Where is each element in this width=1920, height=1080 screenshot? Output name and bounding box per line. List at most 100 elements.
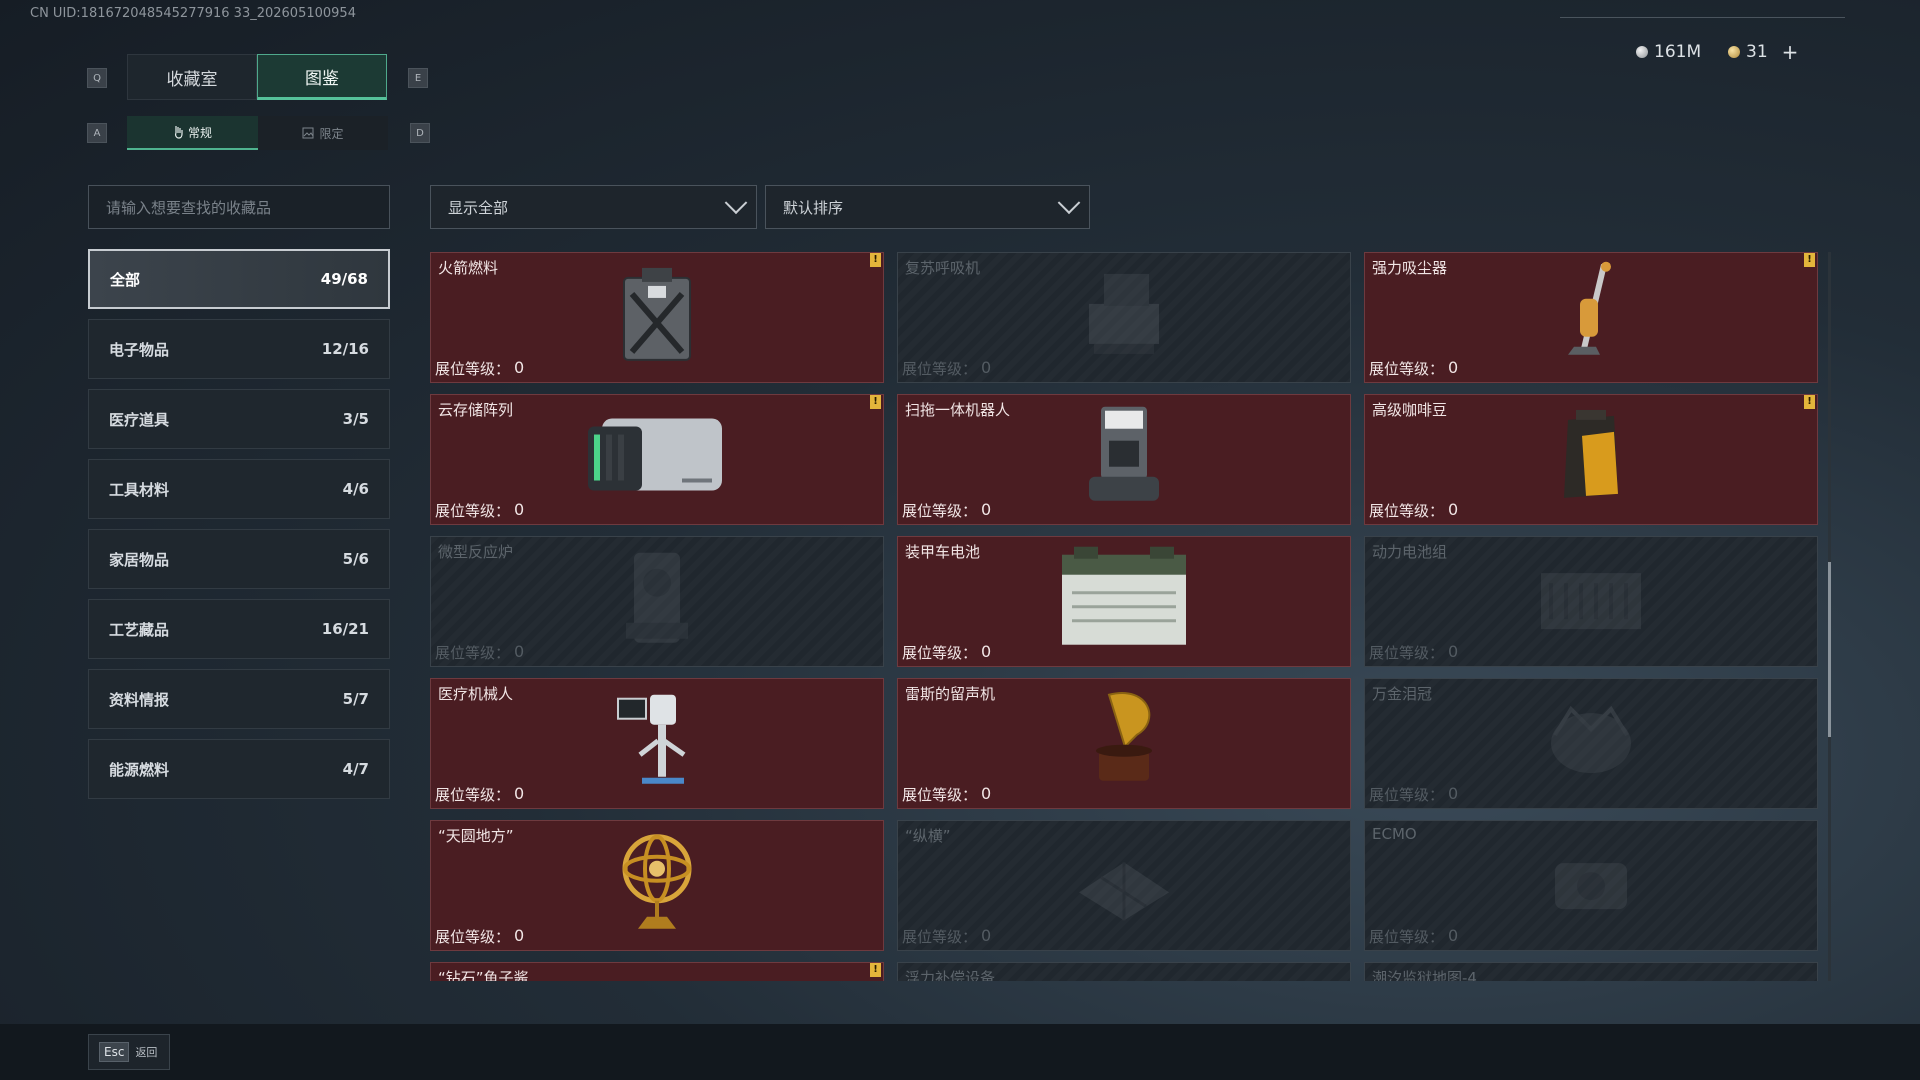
collection-card[interactable]: 雷斯的留声机 展位等级： 0 — [897, 678, 1351, 809]
collection-card[interactable]: 扫拖一体机器人 展位等级： 0 — [897, 394, 1351, 525]
fuel-canister-icon — [612, 263, 702, 367]
subtab-regular-label: 常规 — [187, 125, 212, 140]
sort-dropdown[interactable]: 默认排序 — [765, 185, 1090, 229]
card-level-value: 0 — [514, 642, 525, 661]
card-item-name: 扫拖一体机器人 — [905, 401, 1011, 419]
vacuum-cleaner-icon — [1556, 258, 1626, 372]
bottom-bar — [0, 1024, 1920, 1080]
category-label: 能源燃料 — [109, 760, 170, 779]
category-medical[interactable]: 医疗道具 3/5 — [88, 389, 390, 449]
card-level-label: 展位等级： — [1369, 360, 1445, 378]
gramophone-icon — [1079, 684, 1169, 798]
search-input[interactable]: 请输入想要查找的收藏品 — [88, 185, 390, 229]
category-all[interactable]: 全部 49/68 — [88, 249, 390, 309]
card-level-label: 展位等级： — [1369, 786, 1445, 804]
card-level-label: 展位等级： — [902, 928, 978, 946]
battery-pack-icon — [1531, 553, 1651, 647]
card-level: 展位等级： 0 — [902, 642, 991, 663]
collection-card[interactable]: 火箭燃料 展位等级： 0! — [430, 252, 884, 383]
card-item-name: “钻石”鱼子酱 — [438, 969, 529, 981]
card-level: 展位等级： 0 — [1369, 642, 1458, 663]
collection-card[interactable]: 微型反应炉 展位等级： 0 — [430, 536, 884, 667]
category-count: 4/7 — [342, 760, 369, 778]
collection-card[interactable]: 复苏呼吸机 展位等级： 0 — [897, 252, 1351, 383]
card-level-label: 展位等级： — [435, 928, 511, 946]
category-count: 5/7 — [342, 690, 369, 708]
hand-icon — [175, 126, 183, 139]
card-level: 展位等级： 0 — [1369, 500, 1458, 521]
card-level-value: 0 — [981, 642, 992, 661]
collection-card[interactable]: 动力电池组 展位等级： 0 — [1364, 536, 1818, 667]
key-hint-q: Q — [87, 68, 107, 88]
filter-dropdown[interactable]: 显示全部 — [430, 185, 757, 229]
category-household[interactable]: 家居物品 5/6 — [88, 529, 390, 589]
card-item-name: 火箭燃料 — [438, 259, 499, 277]
card-item-name: 医疗机械人 — [438, 685, 514, 703]
subtab-limited-label: 限定 — [319, 126, 344, 141]
collection-card[interactable]: “天圆地方” 展位等级： 0 — [430, 820, 884, 951]
category-crafts[interactable]: 工艺藏品 16/21 — [88, 599, 390, 659]
collection-card[interactable]: 高级咖啡豆展位等级： 0! — [1364, 394, 1818, 525]
card-level-label: 展位等级： — [1369, 502, 1445, 520]
new-badge-icon: ! — [1804, 395, 1815, 409]
uid-text: CN UID:181672048545277916 33_20260510095… — [30, 6, 356, 21]
collection-card[interactable]: 强力吸尘器 展位等级： 0! — [1364, 252, 1818, 383]
card-item-name: 潮汐监狱地图-4 — [1372, 969, 1477, 981]
category-label: 家居物品 — [109, 550, 170, 569]
category-count: 4/6 — [342, 480, 369, 498]
silver-currency: 161M — [1636, 40, 1701, 64]
subtab-regular[interactable]: 常规 — [127, 116, 258, 150]
collection-card[interactable]: 潮汐监狱地图-4展位等级：0 — [1364, 962, 1818, 981]
gold-amount: 31 — [1746, 42, 1768, 62]
card-level-value: 0 — [1448, 784, 1459, 803]
collection-card[interactable]: 万金泪冠展位等级： 0 — [1364, 678, 1818, 809]
ventilator-icon — [1079, 263, 1169, 367]
subtab-limited[interactable]: 限定 — [258, 116, 388, 150]
category-count: 49/68 — [320, 270, 368, 288]
new-badge-icon: ! — [870, 395, 881, 409]
card-item-name: 万金泪冠 — [1372, 685, 1433, 703]
category-count: 16/21 — [321, 620, 369, 638]
card-level: 展位等级： 0 — [435, 500, 524, 521]
category-electronics[interactable]: 电子物品 12/16 — [88, 319, 390, 379]
scrollbar-thumb[interactable] — [1828, 562, 1831, 737]
collection-card[interactable]: 浮力补偿设备展位等级：0 — [897, 962, 1351, 981]
battery-icon — [1054, 542, 1194, 656]
card-level-value: 0 — [1448, 642, 1459, 661]
category-energy[interactable]: 能源燃料 4/7 — [88, 739, 390, 799]
collection-card[interactable]: “钻石”鱼子酱展位等级：0! — [430, 962, 884, 981]
key-hint-d: D — [410, 123, 430, 143]
card-item-name: 雷斯的留声机 — [905, 685, 996, 703]
collection-card[interactable]: “纵横” 展位等级： 0 — [897, 820, 1351, 951]
coffee-bag-icon — [1556, 405, 1626, 509]
card-level-value: 0 — [981, 500, 992, 519]
reactor-icon — [612, 542, 702, 656]
back-button[interactable]: Esc 返回 — [88, 1034, 170, 1070]
new-badge-icon: ! — [870, 963, 881, 977]
card-item-name: “天圆地方” — [438, 827, 514, 845]
card-level: 展位等级： 0 — [435, 784, 524, 805]
gold-currency: 31 + — [1728, 40, 1798, 64]
card-level-label: 展位等级： — [902, 360, 978, 378]
chessboard-icon — [1069, 842, 1179, 926]
collection-card[interactable]: ECMO 展位等级： 0 — [1364, 820, 1818, 951]
tab-codex[interactable]: 图鉴 — [257, 54, 387, 100]
card-level-label: 展位等级： — [435, 360, 511, 378]
image-icon — [302, 127, 314, 139]
card-item-name: 装甲车电池 — [905, 543, 981, 561]
card-item-name: ECMO — [1372, 825, 1417, 843]
card-level-value: 0 — [1448, 500, 1459, 519]
card-item-name: 高级咖啡豆 — [1372, 401, 1448, 419]
tab-collection-room[interactable]: 收藏室 — [127, 54, 257, 100]
category-intel[interactable]: 资料情报 5/7 — [88, 669, 390, 729]
card-level-label: 展位等级： — [902, 786, 978, 804]
category-label: 资料情报 — [109, 690, 170, 709]
category-label: 全部 — [110, 270, 141, 289]
card-item-name: 云存储阵列 — [438, 401, 514, 419]
card-level: 展位等级： 0 — [902, 784, 991, 805]
collection-card[interactable]: 医疗机械人展位等级： 0 — [430, 678, 884, 809]
add-currency-button[interactable]: + — [1782, 40, 1799, 64]
collection-card[interactable]: 装甲车电池展位等级： 0 — [897, 536, 1351, 667]
category-tools[interactable]: 工具材料 4/6 — [88, 459, 390, 519]
collection-card[interactable]: 云存储阵列展位等级： 0! — [430, 394, 884, 525]
